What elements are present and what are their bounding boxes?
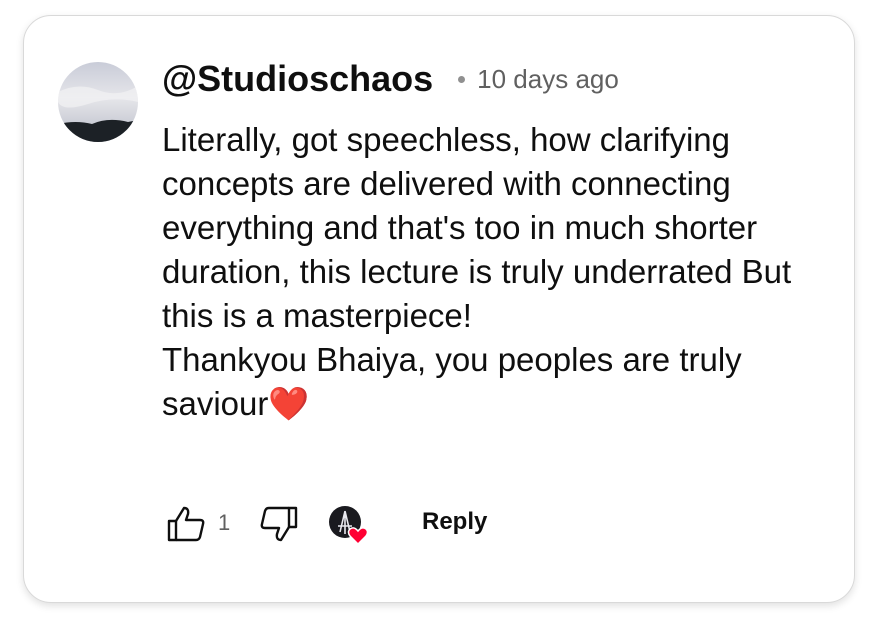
timestamp[interactable]: 10 days ago xyxy=(477,64,619,95)
creator-heart-icon xyxy=(329,506,369,546)
like-count: 1 xyxy=(218,510,231,535)
thumbs-down-icon xyxy=(260,506,298,542)
heart-emoji: ❤️ xyxy=(268,385,310,422)
separator-dot xyxy=(458,75,466,83)
creator-heart xyxy=(328,504,369,546)
comment-header: @Studioschaos 10 days ago xyxy=(162,58,619,100)
avatar-image xyxy=(58,62,138,142)
avatar[interactable] xyxy=(58,62,138,142)
author-handle[interactable]: @Studioschaos xyxy=(162,58,433,100)
comment-paragraph: Literally, got speechless, how clarifyin… xyxy=(162,121,792,334)
comment-line: Thankyou Bhaiya, you peoples are truly s… xyxy=(162,341,742,422)
dislike-button[interactable] xyxy=(256,504,302,544)
thumbs-up-icon xyxy=(167,506,205,542)
comment-text: Literally, got speechless, how clarifyin… xyxy=(162,118,822,426)
comment-paragraph: Thankyou Bhaiya, you peoples are truly s… xyxy=(162,338,822,426)
reply-button[interactable]: Reply xyxy=(398,498,511,546)
like-button[interactable] xyxy=(162,504,210,544)
